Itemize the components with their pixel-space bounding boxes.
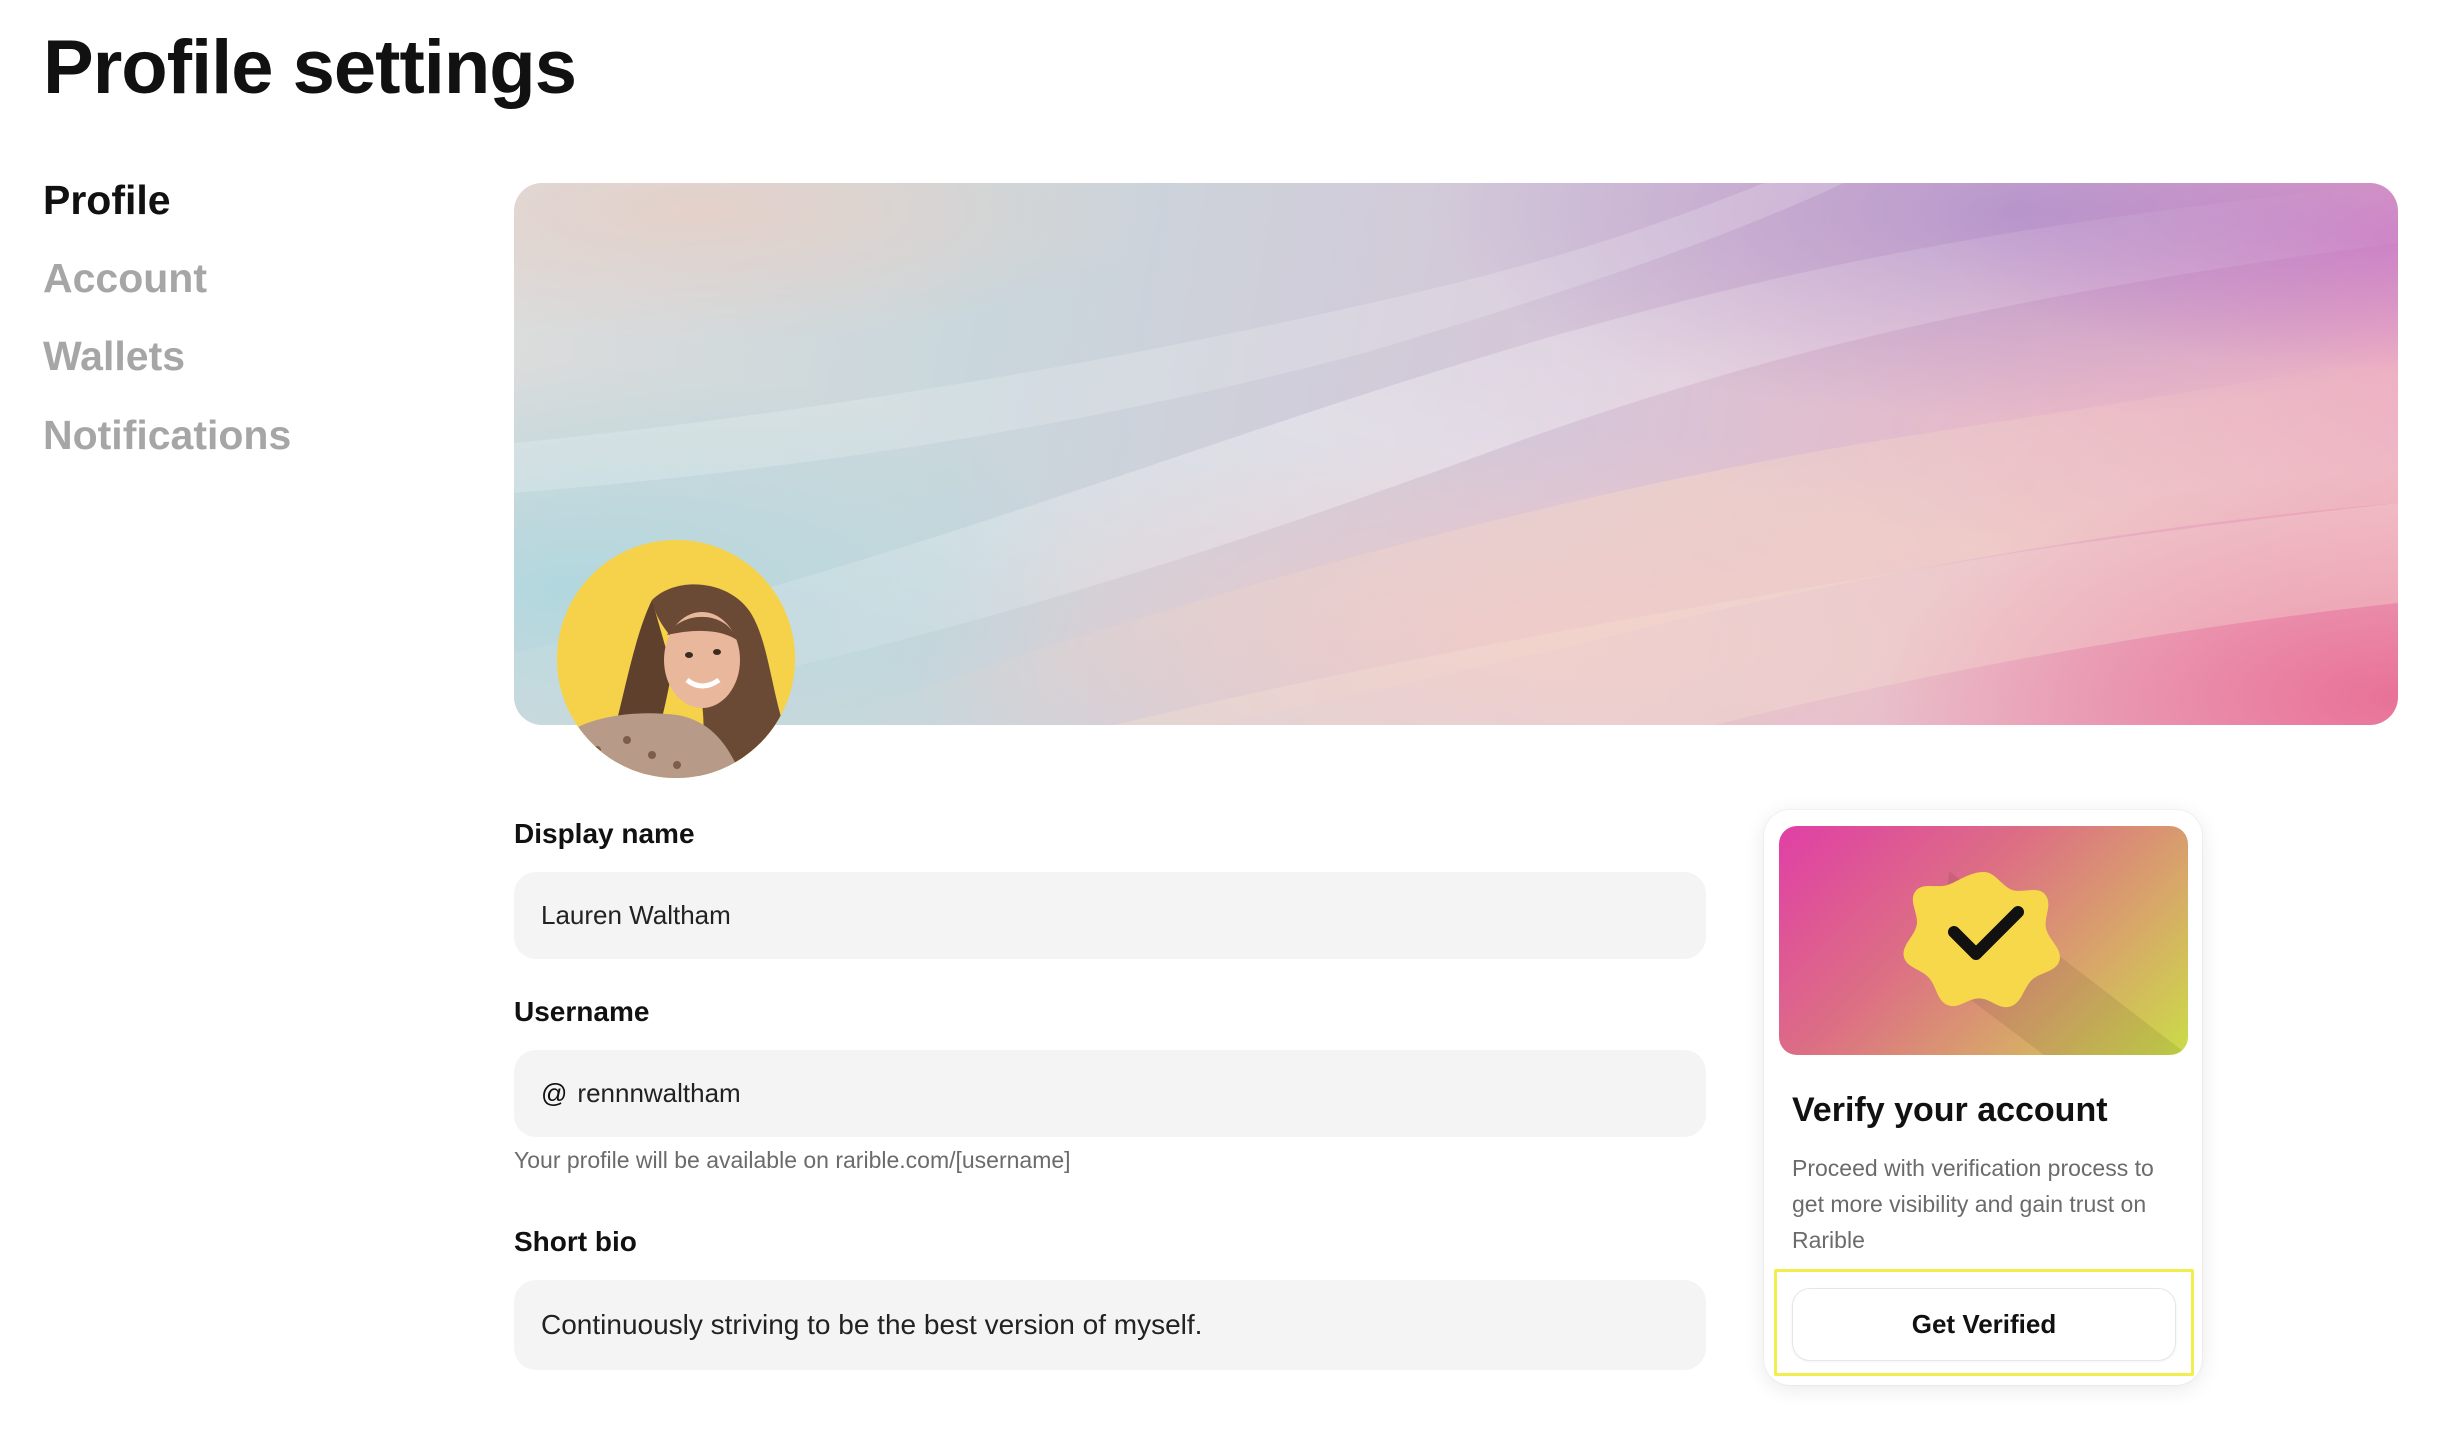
short-bio-label: Short bio (514, 1226, 637, 1257)
page-title: Profile settings (43, 25, 577, 110)
username-label: Username (514, 996, 650, 1027)
short-bio-value: Continuously striving to be the best ver… (541, 1309, 1203, 1340)
verified-badge-icon (1903, 871, 2188, 1055)
sidebar-item-profile[interactable]: Profile (43, 176, 291, 225)
cover-wave-pattern (514, 183, 2398, 725)
username-helper-text: Your profile will be available on raribl… (514, 1147, 1071, 1173)
short-bio-input[interactable]: Continuously striving to be the best ver… (514, 1280, 1706, 1370)
display-name-label: Display name (514, 818, 695, 849)
at-sign-prefix: @ (541, 1078, 568, 1108)
verify-illustration (1779, 826, 2188, 1055)
username-input[interactable]: @ rennnwaltham (514, 1050, 1706, 1137)
get-verified-button[interactable]: Get Verified (1792, 1288, 2176, 1361)
profile-cover-image[interactable] (514, 183, 2398, 725)
display-name-input[interactable]: Lauren Waltham (514, 872, 1706, 959)
verify-card-description: Proceed with verification process to get… (1792, 1155, 2154, 1253)
sidebar-item-wallets[interactable]: Wallets (43, 332, 291, 381)
profile-avatar[interactable] (557, 540, 795, 778)
avatar-photo (557, 540, 795, 778)
verify-account-card: Verify your account Proceed with verific… (1764, 810, 2202, 1385)
username-value: rennnwaltham (577, 1078, 741, 1108)
display-name-value: Lauren Waltham (541, 900, 731, 930)
sidebar-item-account[interactable]: Account (43, 254, 291, 303)
settings-sidebar: Profile Account Wallets Notifications (43, 176, 291, 489)
verify-card-title: Verify your account (1792, 1091, 2108, 1129)
profile-settings-page: Profile settings Profile Account Wallets… (0, 0, 2444, 1436)
sidebar-item-notifications[interactable]: Notifications (43, 411, 291, 460)
